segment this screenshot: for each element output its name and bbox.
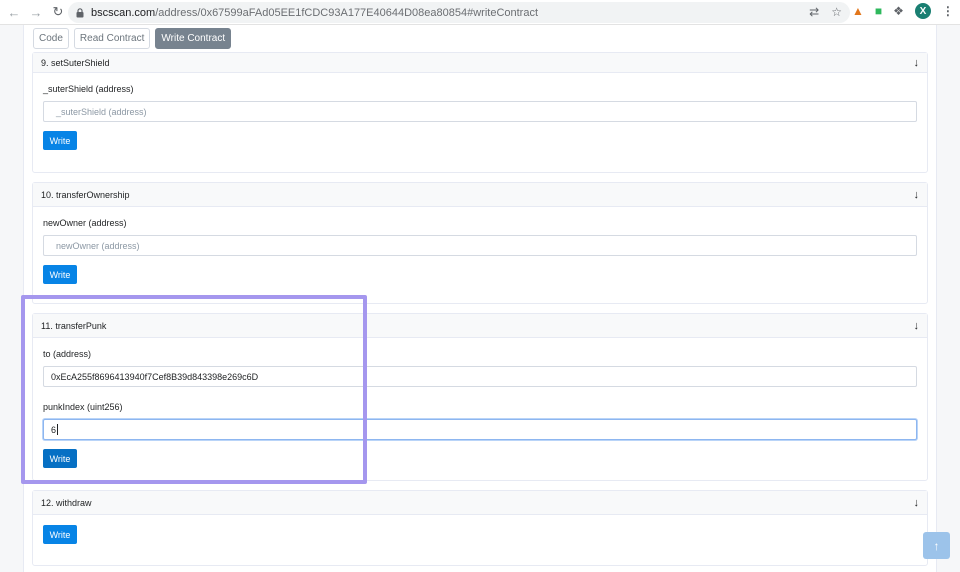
arrow-down-icon[interactable]: ↓ <box>914 189 920 201</box>
function-card-withdraw: 12. withdraw ↓ Write <box>32 490 928 566</box>
arrow-down-icon[interactable]: ↓ <box>914 320 920 332</box>
function-card-set-suter-shield: 9. setSuterShield ↓ _suterShield (addres… <box>32 52 928 173</box>
arrow-down-icon[interactable]: ↓ <box>914 497 920 509</box>
function-title: 12. withdraw <box>41 497 92 508</box>
kebab-menu-icon[interactable]: ⋮ <box>942 4 954 18</box>
tab-read-contract[interactable]: Read Contract <box>73 28 151 49</box>
punk-index-value: 6 <box>51 424 57 435</box>
function-title: 11. transferPunk <box>41 320 107 331</box>
field-label: newOwner (address) <box>43 218 127 228</box>
function-card-transfer-ownership: 10. transferOwnership ↓ newOwner (addres… <box>32 182 928 304</box>
browser-toolbar: ← → ↻ bscscan.com/address/0x67599aFAd05E… <box>0 0 960 25</box>
url-path: /address/0x67599aFAd05EE1fCDC93A177E4064… <box>155 6 539 19</box>
punk-index-input[interactable]: 6 <box>43 419 917 440</box>
field-label: _suterShield (address) <box>43 84 134 94</box>
tab-code[interactable]: Code <box>33 28 69 49</box>
reload-icon[interactable]: ↻ <box>47 1 69 23</box>
tab-write-contract[interactable]: Write Contract <box>155 28 232 49</box>
contract-tabs: Code Read Contract Write Contract <box>33 28 232 49</box>
function-title: 9. setSuterShield <box>41 57 110 68</box>
write-button[interactable]: Write <box>43 265 77 284</box>
bookmark-star-icon[interactable]: ☆ <box>831 5 842 19</box>
card-header[interactable]: 12. withdraw ↓ <box>33 491 927 515</box>
card-header[interactable]: 9. setSuterShield ↓ <box>33 53 927 73</box>
extension-green-icon[interactable]: ■ <box>875 4 882 18</box>
metamask-icon[interactable]: ▲ <box>852 4 864 18</box>
function-card-transfer-punk: 11. transferPunk ↓ to (address) 0xEcA255… <box>32 313 928 481</box>
profile-avatar[interactable]: X <box>914 3 931 19</box>
card-header[interactable]: 10. transferOwnership ↓ <box>33 183 927 207</box>
new-owner-input[interactable]: newOwner (address) <box>43 235 917 256</box>
suter-shield-input[interactable]: _suterShield (address) <box>43 101 917 122</box>
field-label: punkIndex (uint256) <box>43 402 123 412</box>
field-label: to (address) <box>43 349 92 359</box>
lock-icon <box>76 7 84 17</box>
write-button[interactable]: Write <box>43 449 77 468</box>
write-button[interactable]: Write <box>43 525 77 544</box>
back-icon[interactable]: ← <box>3 1 25 23</box>
scroll-to-top-icon[interactable]: ↑ <box>923 532 950 559</box>
text-caret <box>57 424 59 435</box>
function-title: 10. transferOwnership <box>41 189 130 200</box>
forward-icon[interactable]: → <box>25 1 47 23</box>
card-header[interactable]: 11. transferPunk ↓ <box>33 314 927 338</box>
write-button[interactable]: Write <box>43 131 77 150</box>
url-host: bscscan.com <box>91 6 156 19</box>
translate-icon[interactable]: ⇄ <box>809 5 819 19</box>
address-bar[interactable]: bscscan.com/address/0x67599aFAd05EE1fCDC… <box>68 2 850 23</box>
extensions-puzzle-icon[interactable]: ❖ <box>893 4 904 18</box>
arrow-down-icon[interactable]: ↓ <box>914 57 920 69</box>
to-address-input[interactable]: 0xEcA255f8696413940f7Cef8B39d843398e269c… <box>43 366 917 387</box>
